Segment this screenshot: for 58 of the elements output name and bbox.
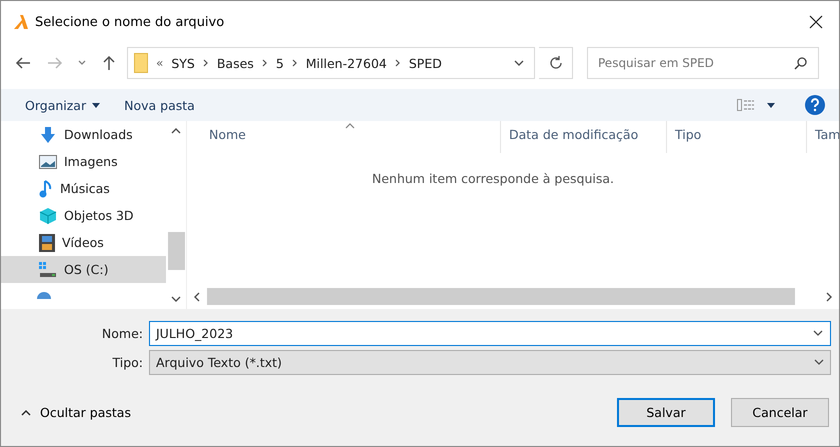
scroll-down-icon[interactable] [171, 296, 181, 303]
down-arrow-icon [39, 126, 57, 144]
help-icon[interactable] [805, 95, 825, 115]
folder-icon [134, 53, 148, 73]
breadcrumb-segment[interactable]: SPED [408, 56, 442, 70]
app-logo-icon [13, 14, 29, 30]
music-note-icon [39, 180, 53, 198]
chevron-right-icon [292, 59, 298, 67]
file-type-dropdown[interactable]: Arquivo Texto (*.txt) [149, 350, 831, 375]
refresh-button[interactable] [539, 47, 573, 79]
column-header[interactable]: Nome [187, 121, 501, 153]
column-header[interactable]: Tam [807, 121, 839, 153]
view-options-icon[interactable] [737, 99, 755, 111]
refresh-icon[interactable] [548, 56, 562, 70]
chevron-up-icon [21, 409, 31, 416]
sidebar-item[interactable]: Vídeos [1, 229, 166, 256]
column-header[interactable]: Data de modificação [501, 121, 667, 153]
chevron-right-icon [262, 59, 268, 67]
hide-folders-button[interactable]: Ocultar pastas [17, 401, 135, 424]
breadcrumb-segment[interactable]: Bases [216, 56, 254, 70]
drive-icon [39, 262, 57, 278]
breadcrumb-segment[interactable]: Millen-27604 [306, 56, 387, 70]
column-header[interactable]: Tipo [667, 121, 807, 153]
dialog-button[interactable]: Cancelar [731, 398, 829, 427]
scroll-up-icon[interactable] [171, 127, 181, 134]
sidebar-item[interactable]: OS (C:) [1, 256, 166, 283]
picture-icon [39, 154, 57, 168]
organize-menu-button[interactable]: Organizar [17, 94, 108, 116]
field-label: Tipo: [111, 355, 144, 370]
chevron-down-icon[interactable] [813, 330, 823, 337]
chevron-down-icon[interactable] [514, 60, 524, 66]
search-icon [794, 57, 807, 70]
sidebar-item[interactable]: Downloads [1, 121, 166, 148]
dropdown-arrow-icon[interactable] [767, 102, 775, 108]
address-bar[interactable]: « SYS Bases 5 Millen-27604 SPED [127, 47, 535, 79]
sort-caret-icon [345, 123, 355, 129]
chevron-right-icon [394, 59, 401, 67]
field-label: Nome: [100, 326, 144, 341]
breadcrumb-overflow[interactable]: « [156, 56, 164, 70]
scrollbar-thumb[interactable] [168, 232, 184, 270]
new-folder-button[interactable]: Nova pasta [116, 94, 203, 116]
sidebar-item[interactable]: Músicas [1, 175, 166, 202]
film-icon [39, 234, 55, 252]
file-name-field[interactable]: JULHO_2023 [149, 321, 831, 346]
close-icon[interactable] [809, 15, 823, 29]
sidebar-item[interactable]: Imagens [1, 148, 166, 175]
scroll-right-icon[interactable] [826, 292, 833, 302]
breadcrumb-segment[interactable]: SYS [171, 56, 195, 70]
cube-icon [39, 206, 57, 224]
breadcrumb-segment[interactable]: 5 [276, 56, 284, 70]
search-field[interactable]: Pesquisar em SPED [587, 47, 819, 79]
chevron-down-icon[interactable] [814, 359, 824, 366]
chevron-right-icon [202, 59, 209, 67]
window-title: Selecione o nome do arquivo [35, 14, 224, 30]
empty-message: Nenhum item corresponde à pesquisa. [372, 171, 614, 186]
sidebar-item[interactable]: Objetos 3D [1, 202, 166, 229]
scroll-left-icon[interactable] [193, 292, 200, 302]
dialog-button[interactable]: Salvar [617, 398, 715, 427]
